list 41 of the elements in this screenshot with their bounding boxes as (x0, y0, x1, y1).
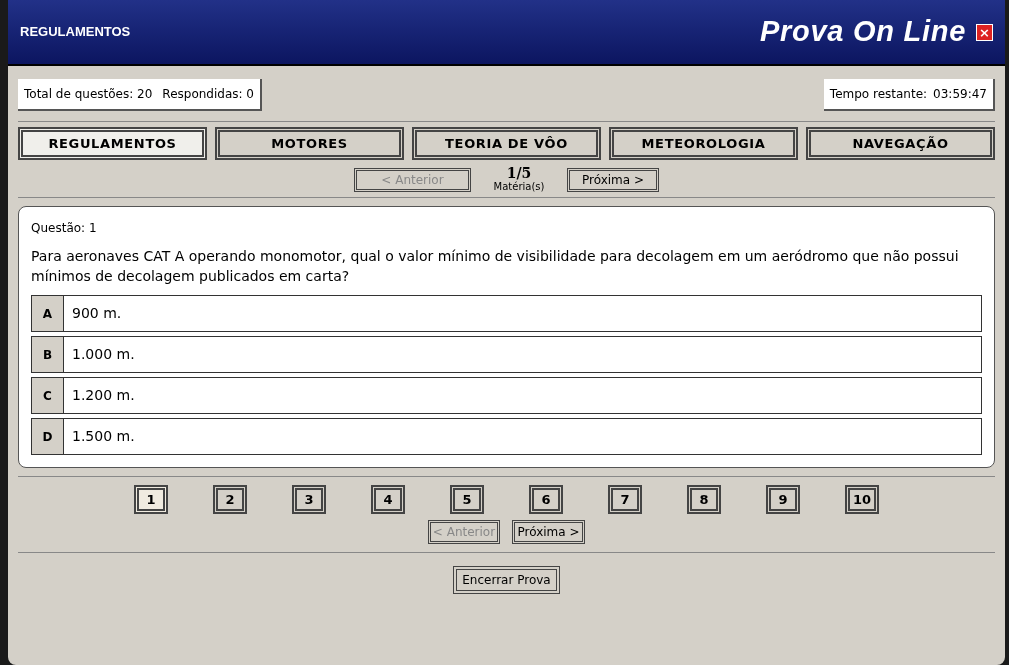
next-button[interactable]: Próxima > (567, 168, 659, 192)
option-letter: D (32, 419, 64, 454)
subject-caption: Matéria(s) (493, 181, 545, 193)
question-number-button[interactable]: 7 (608, 485, 642, 514)
option-letter: A (32, 296, 64, 331)
time-label: Tempo restante: (829, 86, 928, 103)
answer-option[interactable]: A 900 m. (31, 295, 982, 332)
option-letter: B (32, 337, 64, 372)
question-number-button[interactable]: 6 (529, 485, 563, 514)
question-number-button[interactable]: 2 (213, 485, 247, 514)
answer-option[interactable]: D 1.500 m. (31, 418, 982, 455)
question-number-button[interactable]: 8 (687, 485, 721, 514)
option-text: 900 m. (71, 304, 122, 323)
question-number-button[interactable]: 9 (766, 485, 800, 514)
answered-count: Respondidas: 0 (162, 86, 254, 103)
next-button[interactable]: Próxima > (512, 520, 585, 544)
question-number-button[interactable]: 4 (371, 485, 405, 514)
option-text: 1.200 m. (71, 386, 135, 405)
question-number-button[interactable]: 10 (845, 485, 879, 514)
answer-option[interactable]: B 1.000 m. (31, 336, 982, 373)
subject-tab[interactable]: REGULAMENTOS (18, 127, 207, 160)
option-letter: C (32, 378, 64, 413)
finish-exam-button[interactable]: Encerrar Prova (453, 566, 560, 594)
option-text: 1.500 m. (71, 427, 135, 446)
subject-tab[interactable]: METEOROLOGIA (609, 127, 798, 160)
question-text: Para aeronaves CAT A operando monomotor, qual o valor mínimo de visibilidade para decolagem em um aeródromo que não possui mínimos de decolagem publicados em carta? (31, 247, 960, 286)
question-number-button[interactable]: 1 (134, 485, 168, 514)
app-title: Prova On Line (759, 14, 966, 50)
subject-tab[interactable]: TEORIA DE VÔO (412, 127, 601, 160)
question-number-button[interactable]: 5 (450, 485, 484, 514)
subject-tab[interactable]: NAVEGAÇÃO (806, 127, 995, 160)
total-questions: Total de questões: 20 (24, 86, 153, 103)
question-number: Questão: 1 (31, 220, 98, 237)
question-number-button[interactable]: 3 (292, 485, 326, 514)
close-button[interactable]: × (976, 23, 993, 41)
subject-tab[interactable]: MOTORES (215, 127, 404, 160)
time-value: 03:59:47 (933, 86, 987, 103)
option-text: 1.000 m. (71, 345, 135, 364)
answer-option[interactable]: C 1.200 m. (31, 377, 982, 414)
section-title: REGULAMENTOS (20, 23, 131, 42)
subject-counter: 1/5 (506, 165, 532, 181)
